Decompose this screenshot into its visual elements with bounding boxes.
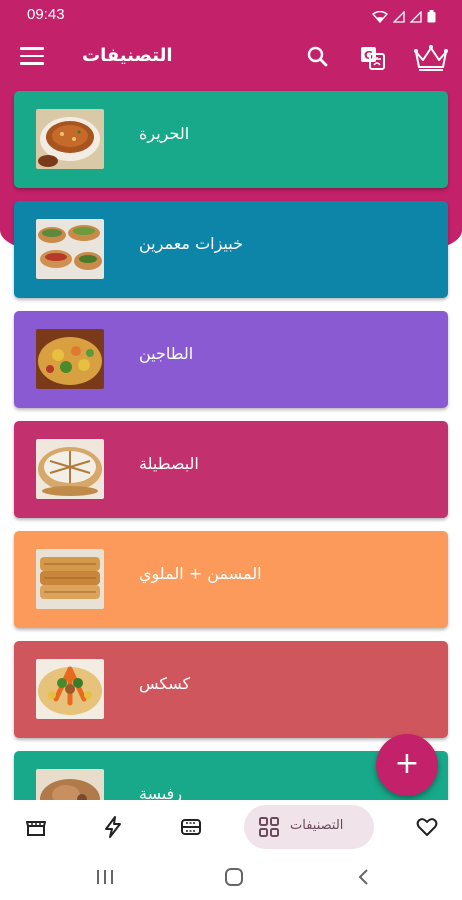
category-label: المسمن + الملوي [139, 564, 262, 583]
msemen-image [36, 549, 104, 609]
translate-icon: G [361, 47, 385, 70]
category-card-harira[interactable]: الحريرة [14, 91, 448, 188]
page-title: التصنيفات [82, 45, 173, 66]
app-bar: التصنيفات G [0, 34, 462, 84]
harira-image [36, 109, 104, 169]
hamburger-icon [20, 47, 44, 65]
category-label: كسكس [139, 674, 191, 693]
signal-icon-2 [409, 8, 422, 27]
status-time: 09:43 [27, 6, 65, 23]
tajine-image [36, 329, 104, 389]
category-label: خبيزات معمرين [139, 234, 243, 253]
nav-item-store[interactable] [23, 814, 49, 840]
crown-icon [414, 45, 448, 71]
nav-item-tray[interactable] [178, 814, 204, 840]
status-icons [371, 8, 436, 27]
signal-icon-1 [392, 8, 405, 27]
nav-item-categories[interactable]: التصنيفات [244, 805, 374, 849]
bottom-navigation: التصنيفات [0, 800, 462, 855]
system-navigation [0, 855, 462, 900]
category-card-bastila[interactable]: البصطيلة [14, 421, 448, 518]
back-button[interactable] [352, 865, 376, 889]
category-card-khobizat[interactable]: خبيزات معمرين [14, 201, 448, 298]
recent-apps-icon [97, 870, 113, 884]
search-button[interactable] [305, 44, 331, 70]
category-card-couscous[interactable]: كسكس [14, 641, 448, 738]
nav-item-label: التصنيفات [290, 818, 344, 833]
bolt-icon [105, 816, 121, 838]
category-label: الطاجين [139, 344, 194, 363]
svg-text:G: G [364, 49, 373, 62]
battery-icon [427, 8, 436, 27]
category-label: الحريرة [139, 124, 190, 143]
grid-icon [259, 817, 279, 837]
category-card-msemen[interactable]: المسمن + الملوي [14, 531, 448, 628]
heart-icon [416, 818, 438, 836]
search-icon [307, 46, 328, 67]
home-icon [225, 868, 243, 886]
khobizat-image [36, 219, 104, 279]
nav-item-bolt[interactable] [100, 814, 126, 840]
wifi-icon [371, 8, 389, 27]
tray-icon [181, 819, 201, 835]
nav-item-favorites[interactable] [414, 814, 440, 840]
back-icon [358, 869, 368, 885]
premium-button[interactable] [412, 43, 450, 73]
bastila-image [36, 439, 104, 499]
couscous-image [36, 659, 104, 719]
home-button[interactable] [222, 865, 246, 889]
add-button[interactable]: + [376, 734, 438, 796]
category-card-tajine[interactable]: الطاجين [14, 311, 448, 408]
recent-apps-button[interactable] [93, 865, 117, 889]
translate-button[interactable]: G [358, 44, 386, 72]
menu-button[interactable] [20, 47, 44, 69]
plus-icon: + [394, 746, 420, 781]
status-bar: 09:43 [0, 0, 462, 34]
category-label: البصطيلة [139, 454, 199, 473]
store-icon [26, 821, 46, 836]
